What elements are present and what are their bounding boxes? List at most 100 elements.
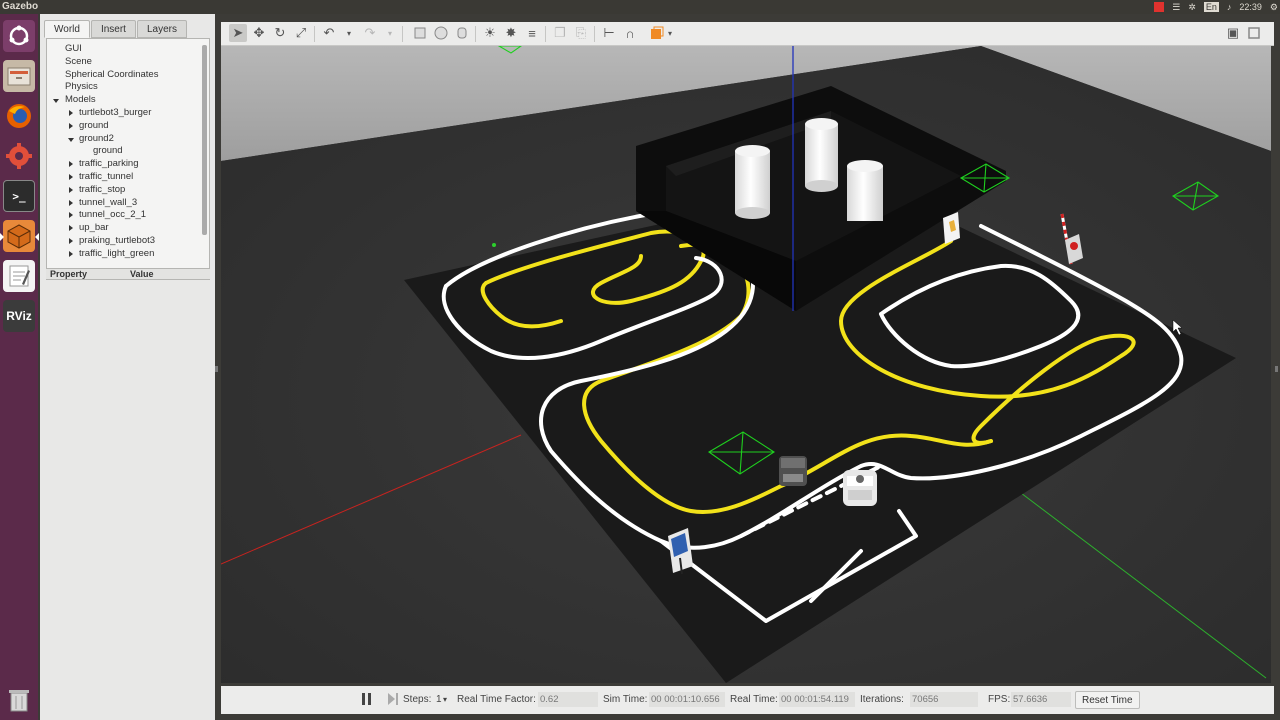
undo-icon[interactable]: ↶ (320, 24, 338, 42)
tree-item-model[interactable]: traffic_stop (47, 184, 209, 197)
scene-viewport-3d[interactable] (221, 46, 1271, 683)
tree-item-spherical-coordinates[interactable]: Spherical Coordinates (47, 69, 209, 82)
settings-gear-icon[interactable]: ⚙ (1270, 2, 1278, 13)
world-panel: World Insert Layers GUI Scene Spherical … (40, 14, 215, 720)
record-indicator-icon[interactable] (1154, 2, 1165, 12)
toolbar-separator (314, 26, 315, 42)
origin-marker (492, 243, 496, 247)
view-chevron-down-icon[interactable]: ▾ (661, 24, 679, 42)
collapse-arrow-icon[interactable] (69, 173, 73, 180)
property-column-header[interactable]: Property (50, 269, 87, 279)
panel-splitter-handle[interactable] (215, 366, 218, 372)
box-shape-icon[interactable] (411, 24, 429, 42)
gazebo-icon[interactable] (0, 220, 39, 252)
tree-item-link[interactable]: ground (47, 145, 209, 158)
expand-arrow-icon[interactable] (68, 137, 74, 142)
paste-icon[interactable]: ⎘ (572, 24, 590, 42)
bluetooth-icon[interactable]: ✲ (1188, 2, 1196, 13)
property-table (46, 280, 210, 716)
value-column-header[interactable]: Value (130, 269, 154, 279)
toolbar-separator (594, 26, 595, 42)
select-mode-arrow-icon[interactable]: ➤ (229, 24, 247, 42)
volume-icon[interactable]: ♪ (1227, 2, 1232, 12)
tree-item-model[interactable]: tunnel_occ_2_1 (47, 209, 209, 222)
tree-item-model[interactable]: ground (47, 120, 209, 133)
wifi-icon[interactable]: ☰ (1172, 2, 1180, 13)
file-manager-icon[interactable] (3, 60, 35, 92)
collapse-arrow-icon[interactable] (69, 161, 73, 168)
tree-item-model[interactable]: up_bar (47, 222, 209, 235)
pause-button[interactable] (361, 692, 373, 709)
rviz-label: RViz (6, 309, 32, 323)
real-time-value: 00 00:01:54.119 (779, 692, 855, 707)
tree-item-physics[interactable]: Physics (47, 81, 209, 94)
screenshot-camera-icon[interactable]: ▣ (1224, 24, 1242, 42)
toolbar-separator (545, 26, 546, 42)
sim-time-value: 00 00:01:10.656 (649, 692, 725, 707)
trash-icon[interactable] (3, 684, 35, 716)
tab-world[interactable]: World (44, 20, 90, 38)
redo-history-chevron-down-icon[interactable]: ▾ (381, 24, 399, 42)
collapse-arrow-icon[interactable] (69, 109, 73, 116)
terminal-icon[interactable]: >_ (3, 180, 35, 212)
system-settings-icon[interactable] (3, 140, 35, 172)
ubuntu-dash-icon[interactable] (3, 20, 35, 52)
tab-insert[interactable]: Insert (90, 20, 136, 38)
collapse-arrow-icon[interactable] (69, 225, 73, 232)
steps-stepper[interactable]: 1 (436, 694, 442, 705)
tree-item-model[interactable]: praking_turtlebot3 (47, 235, 209, 248)
sim-time-label: Sim Time: (603, 694, 648, 705)
tree-item-model[interactable]: ground2 (47, 133, 209, 146)
keyboard-layout[interactable]: En (1203, 2, 1219, 12)
align-icon[interactable]: ⊢ (600, 24, 618, 42)
firefox-icon[interactable] (3, 100, 35, 132)
tree-item-model[interactable]: turtlebot3_burger (47, 107, 209, 120)
system-tray: ☰ ✲ En ♪ 22:39 ⚙ (1154, 0, 1278, 14)
copy-icon[interactable]: ❐ (551, 24, 569, 42)
tree-item-model[interactable]: tunnel_wall_3 (47, 197, 209, 210)
iterations-label: Iterations: (860, 694, 904, 705)
simulation-status-bar: Steps: 1 ▾ Real Time Factor: 0.62 Sim Ti… (221, 686, 1274, 714)
collapse-arrow-icon[interactable] (69, 212, 73, 219)
tree-item-scene[interactable]: Scene (47, 56, 209, 69)
tree-item-models[interactable]: Models (47, 94, 209, 107)
toolbar-separator (402, 26, 403, 42)
redo-icon[interactable]: ↷ (361, 24, 379, 42)
fps-label: FPS: (988, 694, 1011, 705)
tree-scrollbar[interactable] (202, 45, 207, 235)
scale-mode-icon[interactable]: ⤢ (292, 24, 310, 42)
directional-light-icon[interactable]: ≡ (523, 24, 541, 42)
real-time-label: Real Time: (730, 694, 778, 705)
cylinder-shape-icon[interactable] (453, 24, 471, 42)
record-video-icon[interactable] (1245, 24, 1263, 42)
steps-label: Steps: (403, 694, 432, 705)
sphere-shape-icon[interactable] (432, 24, 450, 42)
clock[interactable]: 22:39 (1239, 2, 1262, 12)
undo-history-chevron-down-icon[interactable]: ▾ (340, 24, 358, 42)
collapse-arrow-icon[interactable] (69, 199, 73, 206)
collapse-arrow-icon[interactable] (69, 250, 73, 257)
collapse-arrow-icon[interactable] (69, 186, 73, 193)
spot-light-icon[interactable]: ✸ (502, 24, 520, 42)
app-title: Gazebo (2, 1, 39, 12)
point-light-icon[interactable]: ☀ (481, 24, 499, 42)
expand-arrow-icon[interactable] (53, 99, 59, 104)
tree-item-model[interactable]: traffic_light_green (47, 248, 209, 261)
snap-magnet-icon[interactable]: ∩ (621, 24, 639, 42)
tree-item-model[interactable]: traffic_tunnel (47, 171, 209, 184)
rotate-mode-icon[interactable]: ↻ (271, 24, 289, 42)
iterations-value: 70656 (910, 692, 978, 707)
tree-item-gui[interactable]: GUI (47, 43, 209, 56)
translate-mode-icon[interactable]: ✥ (250, 24, 268, 42)
rviz-icon[interactable]: RViz (3, 300, 35, 332)
collapse-arrow-icon[interactable] (69, 122, 73, 129)
text-editor-icon[interactable] (3, 260, 35, 292)
tab-layers[interactable]: Layers (136, 20, 187, 38)
real-time-factor-value: 0.62 (538, 692, 598, 707)
tree-item-model[interactable]: traffic_parking (47, 158, 209, 171)
step-button[interactable] (387, 692, 399, 709)
panel-splitter-handle-right[interactable] (1275, 366, 1278, 372)
reset-time-button[interactable]: Reset Time (1075, 691, 1140, 709)
steps-chevron-down-icon[interactable]: ▾ (443, 695, 447, 704)
collapse-arrow-icon[interactable] (69, 237, 73, 244)
